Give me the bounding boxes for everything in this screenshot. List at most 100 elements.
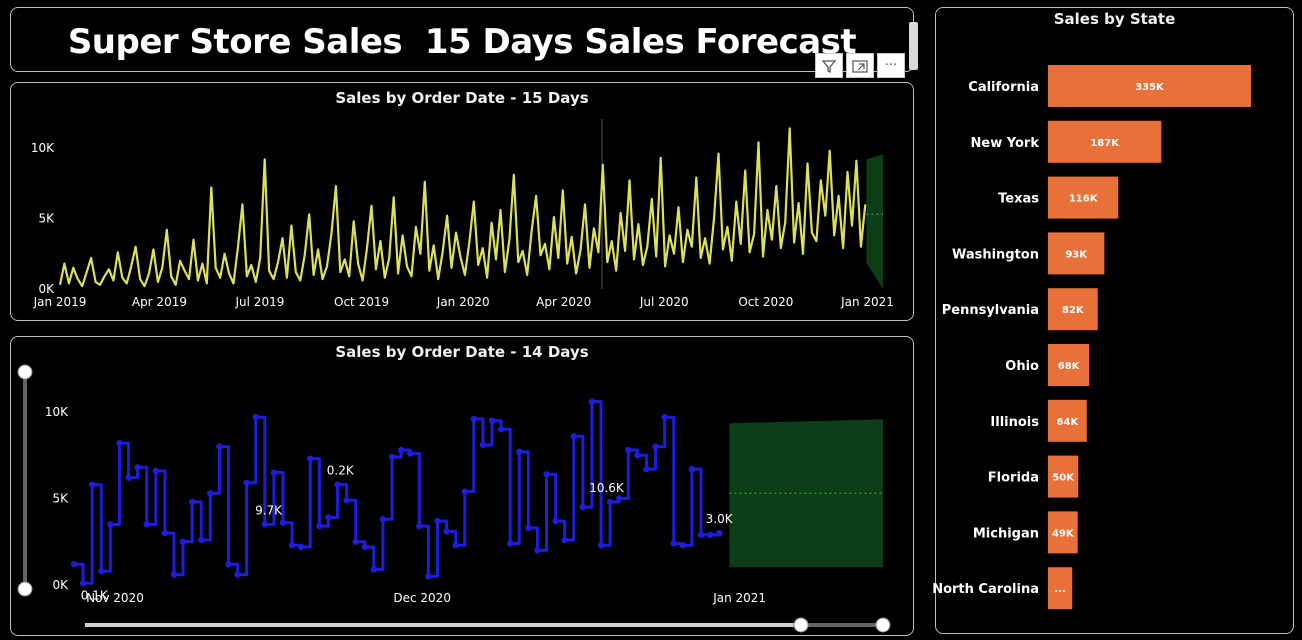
data-point (552, 517, 559, 525)
data-point (252, 413, 259, 421)
data-point (570, 433, 577, 440)
data-point (452, 542, 459, 549)
x-tick-label: Jan 2021 (712, 591, 766, 605)
y-tick-label: 0K (38, 282, 55, 296)
scrollbar-handle[interactable] (909, 22, 918, 70)
data-point (143, 521, 150, 528)
x-tick-label: Oct 2020 (738, 295, 793, 309)
horizontal-zoom-handle-left (793, 617, 809, 633)
data-point (361, 543, 368, 551)
data-point (697, 531, 705, 539)
bar-value-label: 50K (1052, 473, 1075, 484)
data-point (243, 479, 250, 487)
data-point (643, 465, 650, 473)
focus-mode-button[interactable] (846, 53, 874, 78)
data-point (625, 446, 632, 454)
data-label: 0.1K (81, 588, 109, 602)
y-tick-label: 5K (52, 492, 69, 506)
bar-value-label: 82K (1062, 305, 1085, 316)
data-point (397, 446, 405, 454)
more-options-button[interactable]: ··· (877, 53, 905, 78)
data-point (579, 503, 587, 511)
data-point (207, 490, 214, 497)
category-label: Washington (952, 247, 1039, 262)
chart-sales-14-days[interactable]: Sales by Order Date - 14 Days 0K 5K 10K Nov… (10, 336, 914, 636)
data-point (479, 441, 487, 449)
x-tick-label: Dec 2020 (393, 591, 451, 605)
data-label: 9.7K (255, 503, 283, 517)
horizontal-zoom-handle-right (875, 617, 891, 633)
data-point (134, 464, 141, 471)
data-point (588, 398, 596, 405)
data-point (297, 543, 305, 551)
data-point (516, 448, 523, 455)
visual-header-toolbar: ··· (815, 53, 905, 78)
y-tick-label: 10K (45, 405, 69, 419)
bar-value-label: 64K (1057, 417, 1080, 428)
data-point (270, 469, 278, 476)
x-tick-label: Jan 2020 (436, 295, 490, 309)
vertical-zoom-handle-top (17, 364, 33, 380)
data-point (225, 561, 232, 568)
x-tick-label: Jan 2021 (840, 295, 894, 309)
data-point (525, 524, 532, 532)
bar-value-label: 116K (1069, 194, 1099, 205)
title-banner: Super Store Sales 15 Days Sales Forecast (10, 7, 918, 72)
bar-value-label: 187K (1090, 138, 1120, 149)
data-point (316, 522, 323, 530)
data-point (679, 542, 687, 549)
data-point (534, 547, 541, 554)
category-label: New York (971, 136, 1040, 151)
data-point (470, 415, 478, 423)
x-tick-label: Apr 2020 (536, 295, 591, 309)
bar-value-label: 93K (1065, 249, 1088, 260)
data-point (670, 540, 677, 547)
data-label: 0.2K (327, 464, 355, 478)
data-point (98, 567, 105, 575)
data-point (261, 521, 269, 528)
data-point (370, 566, 378, 573)
data-point (416, 522, 423, 530)
chart-sales-by-state[interactable]: Sales by State California 335K New York 187… (932, 7, 1294, 634)
data-point (116, 439, 123, 447)
data-point (188, 498, 196, 506)
bar-value-label: 49K (1052, 528, 1075, 539)
data-point (334, 481, 341, 488)
data-point (543, 471, 550, 478)
data-point (125, 474, 132, 481)
data-point (425, 573, 432, 580)
category-label: Ohio (1005, 359, 1039, 374)
category-label: North Carolina (932, 582, 1039, 597)
data-point (288, 542, 296, 549)
data-point (170, 571, 178, 578)
x-tick-label: Oct 2019 (334, 295, 389, 309)
dashboard-title: Super Store Sales 15 Days Sales Forecast (67, 22, 857, 62)
data-point (234, 571, 241, 578)
category-label: Michigan (973, 526, 1039, 541)
chart-sales-15-days[interactable]: Sales by Order Date - 15 Days 0K 5K 10K Jan… (10, 82, 914, 321)
data-point (652, 443, 659, 450)
bar-value-label: 335K (1135, 82, 1165, 93)
data-point (715, 529, 723, 537)
data-point (161, 529, 169, 537)
data-point (688, 465, 696, 473)
filter-button[interactable] (815, 53, 843, 78)
y-tick-label: 0K (52, 578, 69, 592)
data-point (597, 542, 605, 549)
vertical-zoom-handle-bottom (17, 581, 33, 597)
data-point (179, 538, 187, 545)
data-point (461, 488, 468, 495)
data-point (388, 453, 396, 461)
data-point (198, 536, 205, 544)
x-tick-label: Jul 2020 (639, 295, 689, 309)
data-point (88, 481, 96, 488)
bar-chart-sales-by-state: California 335K New York 187K Texas 116K Washi… (932, 65, 1251, 610)
line-chart-14-days: 0K5K10KNov 2020 Dec 2020 Jan 20210.1K9.7K0… (17, 364, 891, 633)
series-line (58, 127, 867, 288)
data-point (379, 516, 387, 523)
data-point (343, 497, 350, 504)
x-tick-label: Jan 2019 (33, 295, 87, 309)
data-point (606, 498, 614, 506)
filter-icon (821, 59, 837, 73)
data-point (152, 467, 159, 475)
